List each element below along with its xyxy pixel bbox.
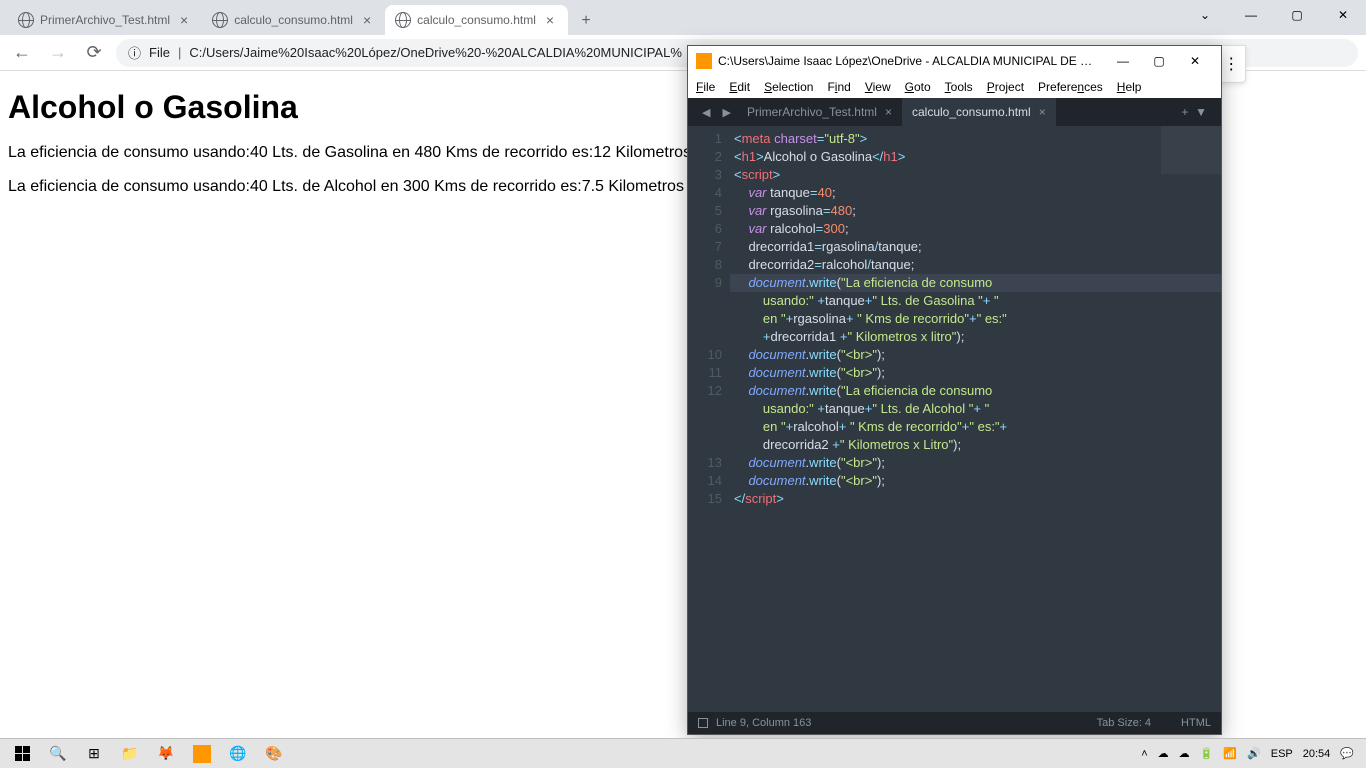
menu-find[interactable]: Find [827,80,850,94]
firefox-icon[interactable]: 🦊 [148,739,184,769]
sublime-taskbar-icon[interactable] [193,745,211,763]
syntax-lang[interactable]: HTML [1181,717,1211,729]
minimize-button[interactable]: ― [1105,46,1141,76]
reload-button[interactable]: ⟳ [80,39,108,67]
menu-icon[interactable]: ⋮ [1223,54,1239,74]
globe-icon [212,12,228,28]
forward-button[interactable]: → [44,39,72,67]
close-icon[interactable]: × [885,105,892,119]
tab-title: calculo_consumo.html [417,13,536,27]
sublime-statusbar: Line 9, Column 163 Tab Size: 4 HTML [688,712,1221,734]
back-button[interactable]: ← [8,39,36,67]
taskbar: 🔍 ⊞ 📁 🦊 🌐 🎨 ˄ ☁ ☁ 🔋 📶 🔊 ESP 20:54 💬 [0,738,1366,768]
sublime-titlebar[interactable]: C:\Users\Jaime Isaac López\OneDrive - AL… [688,46,1221,76]
info-icon: ⓘ [128,43,141,62]
close-icon[interactable]: × [176,12,192,28]
tray-onedrive-icon[interactable]: ☁ [1179,747,1190,760]
task-view-icon[interactable]: ⊞ [76,739,112,769]
globe-icon [395,12,411,28]
line-gutter: 123456789101112131415 [688,126,730,712]
app-icon[interactable]: 🎨 [256,739,292,769]
browser-tab-0[interactable]: PrimerArchivo_Test.html × [8,5,202,35]
explorer-icon[interactable]: 📁 [112,739,148,769]
window-controls: ⌄ ― ▢ ✕ [1182,0,1366,30]
cursor-position: Line 9, Column 163 [716,717,811,729]
editor-area[interactable]: 123456789101112131415 <meta charset="utf… [688,126,1221,712]
menu-help[interactable]: Help [1117,80,1142,94]
globe-icon [18,12,34,28]
sublime-icon [696,53,712,69]
close-icon[interactable]: × [1039,105,1046,119]
url-prefix: File [149,45,170,60]
menu-goto[interactable]: Goto [905,80,931,94]
menu-file[interactable]: File [696,80,715,94]
close-button[interactable]: ✕ [1320,0,1366,30]
nav-forward-icon[interactable]: ▶ [716,106,736,119]
tab-dropdown-icon[interactable]: ▼ [1195,105,1207,119]
menu-edit[interactable]: Edit [729,80,750,94]
sublime-tabs: ◀ ▶ PrimerArchivo_Test.html× calculo_con… [688,98,1221,126]
minimap[interactable] [1161,126,1221,246]
menu-preferences[interactable]: Preferences [1038,80,1103,94]
menu-project[interactable]: Project [987,80,1024,94]
close-icon[interactable]: × [359,12,375,28]
browser-tab-1[interactable]: calculo_consumo.html × [202,5,385,35]
menu-tools[interactable]: Tools [945,80,973,94]
tray-battery-icon[interactable]: 🔋 [1200,747,1214,760]
tray-chevron-icon[interactable]: ˄ [1141,748,1147,760]
maximize-button[interactable]: ▢ [1141,46,1177,76]
minimize-button[interactable]: ― [1228,0,1274,30]
add-tab-icon[interactable]: + [1181,105,1188,119]
nav-back-icon[interactable]: ◀ [696,106,716,119]
tab-title: PrimerArchivo_Test.html [40,13,170,27]
tray-lang[interactable]: ESP [1271,748,1293,760]
maximize-button[interactable]: ▢ [1274,0,1320,30]
chevron-down-icon[interactable]: ⌄ [1182,0,1228,30]
editor-tab-0[interactable]: PrimerArchivo_Test.html× [737,98,902,126]
tray-wifi-icon[interactable]: 📶 [1223,747,1237,760]
tab-title: calculo_consumo.html [234,13,353,27]
url-text: C:/Users/Jaime%20Isaac%20López/OneDrive%… [189,45,682,60]
sublime-window: C:\Users\Jaime Isaac López\OneDrive - AL… [687,45,1222,735]
close-icon[interactable]: × [542,12,558,28]
chrome-icon[interactable]: 🌐 [220,739,256,769]
sublime-title: C:\Users\Jaime Isaac López\OneDrive - AL… [718,54,1099,68]
sublime-menubar: File Edit Selection Find View Goto Tools… [688,76,1221,98]
code-content[interactable]: <meta charset="utf-8"><h1>Alcohol o Gaso… [730,126,1221,712]
menu-view[interactable]: View [865,80,891,94]
new-tab-button[interactable]: + [572,7,600,35]
browser-tab-strip: PrimerArchivo_Test.html × calculo_consumo… [0,0,1366,35]
tray-time[interactable]: 20:54 [1303,748,1331,760]
close-button[interactable]: ✕ [1177,46,1213,76]
tab-size[interactable]: Tab Size: 4 [1097,717,1151,729]
status-box-icon[interactable] [698,718,708,728]
tray-volume-icon[interactable]: 🔊 [1247,747,1261,760]
tray-cloud-icon[interactable]: ☁ [1158,747,1169,760]
browser-tab-2[interactable]: calculo_consumo.html × [385,5,568,35]
editor-tab-1[interactable]: calculo_consumo.html× [902,98,1056,126]
tray-notifications-icon[interactable]: 💬 [1340,747,1354,760]
menu-selection[interactable]: Selection [764,80,813,94]
search-icon[interactable]: 🔍 [40,739,76,769]
start-button[interactable] [4,739,40,769]
